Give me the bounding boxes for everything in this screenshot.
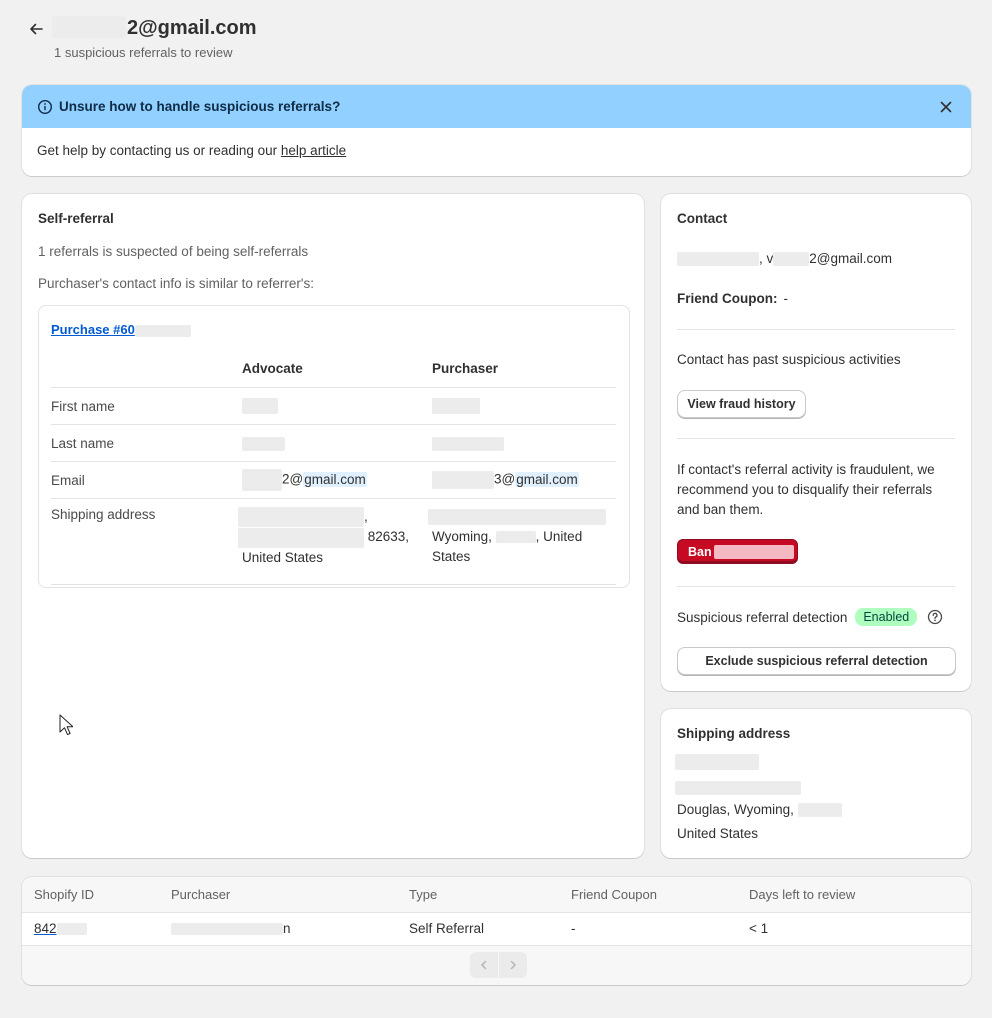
detection-row: Suspicious referral detection Enabled [677,608,943,626]
help-circle-icon[interactable] [927,609,943,625]
column-friend-coupon: Friend Coupon [571,887,657,902]
help-banner: Unsure how to handle suspicious referral… [22,85,971,176]
self-referral-card: Self-referral 1 referrals is suspected o… [22,194,644,858]
column-shopify-id: Shopify ID [34,887,94,902]
close-icon [940,101,952,112]
referrals-table: Shopify ID Purchaser Type Friend Coupon … [22,877,971,985]
redacted-text [242,436,285,451]
redacted-text [675,781,801,796]
row-label: Last name [51,424,242,462]
row-label: Email [51,461,242,499]
contact-title: Contact [677,211,728,226]
comparison-box: Purchase #60 Advocate Purchaser First na… [38,305,630,588]
purchase-link[interactable]: Purchase #60 [51,322,191,337]
column-purchaser: Purchaser [171,887,231,902]
redacted-text [797,803,842,818]
redacted-text [242,398,278,415]
contact-card: Contact , v 2@gmail.com Friend Coupon: - C… [661,194,971,691]
redacted-text [238,507,364,528]
ban-button[interactable]: Ban [677,539,798,564]
banner-title: Unsure how to handle suspicious referral… [59,99,341,114]
chevron-right-icon [510,960,517,970]
shipping-title: Shipping address [677,726,791,741]
previous-page-button[interactable] [470,952,498,978]
view-fraud-history-button[interactable]: View fraud history [677,390,806,418]
highlighted-domain: gmail.com [515,471,579,487]
table-row: Email 2@gmail.com 3@gmail.com [51,461,616,499]
info-icon [37,99,53,114]
back-button[interactable] [26,19,46,39]
status-badge: Enabled [855,608,918,626]
redacted-text [56,923,87,936]
redacted-text [432,471,494,489]
divider [677,586,955,587]
highlighted-domain: gmail.com [303,471,367,487]
redacted-text [495,531,536,544]
purchaser-cell: n [171,913,291,945]
days-left-cell: < 1 [749,921,769,936]
pagination-bar [22,946,971,985]
mouse-cursor-icon [59,714,73,736]
similarity-note: Purchaser's contact info is similar to r… [38,276,314,291]
divider [677,438,955,439]
shipping-card: Shipping address Douglas, Wyoming, Unite… [661,709,971,858]
table-row: First name [51,387,616,425]
row-label: Shipping address [51,498,242,585]
column-type: Type [409,887,438,902]
type-cell: Self Referral [409,921,485,936]
recommendation-text: If contact's referral activity is fraudu… [677,462,935,517]
arrow-left-icon [30,23,43,35]
shopify-id-link[interactable]: 842 [34,913,87,945]
shipping-city: Douglas, Wyoming, [677,802,842,818]
redacted-text [52,16,126,38]
banner-body: Get help by contacting us or reading our… [37,143,347,158]
column-days-left: Days left to review [749,887,856,902]
column-purchaser: Purchaser [432,350,616,388]
close-banner-button[interactable] [936,97,956,117]
self-referral-title: Self-referral [38,211,114,226]
column-label [51,350,242,388]
redacted-text [713,544,794,559]
friend-coupon: Friend Coupon: - [677,291,788,306]
coupon-cell: - [571,921,576,936]
page-title: 2@gmail.com [52,16,257,40]
table-row[interactable]: 842 n Self Referral - < 1 [22,913,971,946]
next-page-button[interactable] [499,952,527,978]
table-header: Shopify ID Purchaser Type Friend Coupon … [22,877,971,913]
suspicion-summary: 1 referrals is suspected of being self-r… [38,244,309,259]
shipping-country: United States [677,826,759,841]
exclude-detection-button[interactable]: Exclude suspicious referral detection [677,647,956,675]
redacted-text [238,527,364,548]
redacted-text [432,436,504,451]
column-advocate: Advocate [242,350,432,388]
redacted-text [428,509,606,526]
divider [677,329,955,330]
chevron-left-icon [480,960,487,970]
contact-email: , v 2@gmail.com [677,251,892,267]
comparison-table: Advocate Purchaser First name Last name … [51,350,616,585]
redacted-text [432,398,480,415]
help-article-link[interactable]: help article [281,143,346,158]
table-row: Last name [51,424,616,462]
redacted-text [134,324,191,337]
row-label: First name [51,387,242,425]
past-activity-text: Contact has past suspicious activities [677,352,901,367]
page-subtitle: 1 suspicious referrals to review [54,45,233,60]
table-row: Shipping address , 82633, United States … [51,498,616,585]
pagination [470,952,527,978]
redacted-text [773,252,810,267]
redacted-text [675,754,759,771]
redacted-text [242,469,282,491]
redacted-text [171,923,283,936]
redacted-text [677,252,759,267]
